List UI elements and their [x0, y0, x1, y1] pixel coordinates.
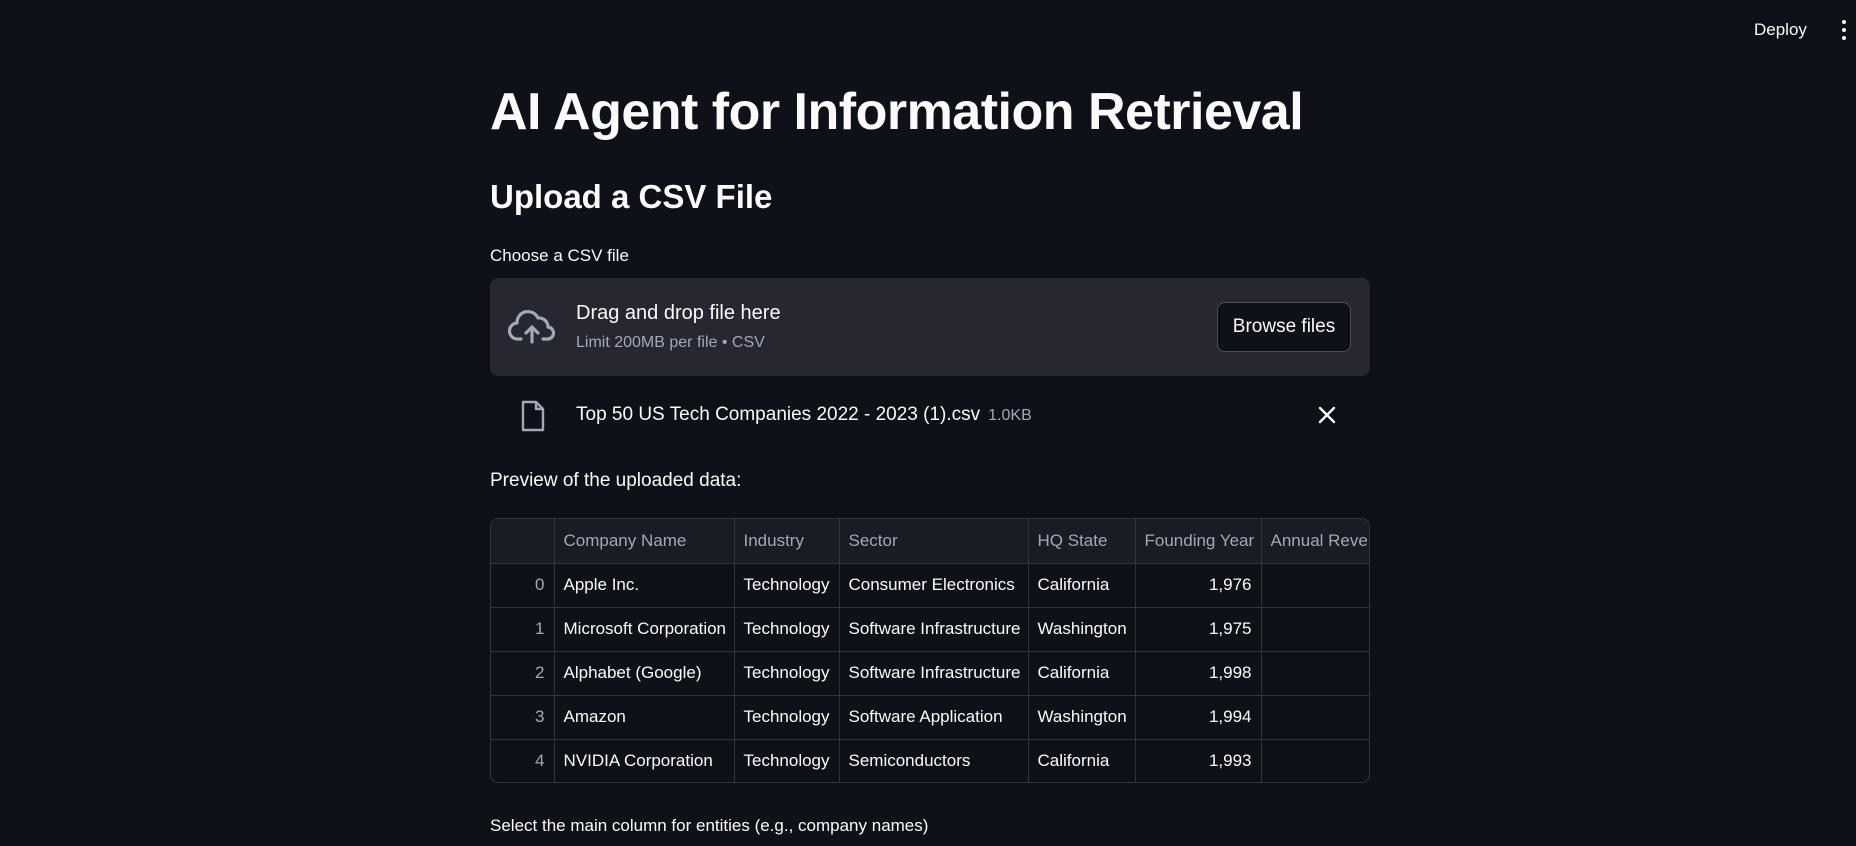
table-row: 4 NVIDIA Corporation Technology Semicond… — [491, 739, 1369, 782]
table-cell[interactable]: Software Infrastructure — [839, 607, 1029, 652]
table-cell[interactable]: 1,976 — [1135, 563, 1262, 608]
table-cell[interactable]: Apple Inc. — [554, 563, 735, 608]
table-cell[interactable]: Technology — [734, 651, 840, 696]
dropzone-title: Drag and drop file here — [576, 302, 781, 324]
row-index: 3 — [491, 695, 555, 740]
table-cell[interactable]: Technology — [734, 563, 840, 608]
column-header[interactable]: Sector — [839, 519, 1029, 564]
table-cell[interactable]: Washington — [1028, 607, 1136, 652]
menu-dot — [1842, 36, 1846, 40]
table-cell[interactable]: Microsoft Corporation — [554, 607, 735, 652]
page-title: AI Agent for Information Retrieval — [490, 83, 1304, 141]
table-cell[interactable]: 1,993 — [1135, 739, 1262, 782]
column-header[interactable]: Company Name — [554, 519, 735, 564]
dataframe: Company Name Industry Sector HQ State Fo… — [491, 519, 1369, 782]
table-cell[interactable]: Alphabet (Google) — [554, 651, 735, 696]
table-cell[interactable]: Washington — [1028, 695, 1136, 740]
table-cell[interactable]: Software Application — [839, 695, 1029, 740]
table-cell[interactable] — [1261, 607, 1369, 652]
row-index: 4 — [491, 739, 555, 782]
row-index: 1 — [491, 607, 555, 652]
table-header-row: Company Name Industry Sector HQ State Fo… — [491, 519, 1369, 564]
data-preview-table[interactable]: Company Name Industry Sector HQ State Fo… — [490, 518, 1370, 783]
table-cell[interactable] — [1261, 739, 1369, 782]
table-cell[interactable] — [1261, 651, 1369, 696]
table-cell[interactable] — [1261, 695, 1369, 740]
preview-label: Preview of the uploaded data: — [490, 470, 742, 491]
column-header[interactable]: Industry — [734, 519, 840, 564]
table-cell[interactable]: Semiconductors — [839, 739, 1029, 782]
table-row: 3 Amazon Technology Software Application… — [491, 695, 1369, 740]
table-cell[interactable]: California — [1028, 739, 1136, 782]
table-cell[interactable]: 1,998 — [1135, 651, 1262, 696]
table-cell[interactable]: Technology — [734, 739, 840, 782]
table-cell[interactable]: NVIDIA Corporation — [554, 739, 735, 782]
entity-column-select-label: Select the main column for entities (e.g… — [490, 816, 929, 835]
table-cell[interactable]: Amazon — [554, 695, 735, 740]
table-row: 2 Alphabet (Google) Technology Software … — [491, 651, 1369, 696]
uploaded-file-name: Top 50 US Tech Companies 2022 - 2023 (1)… — [576, 404, 1032, 426]
deploy-button[interactable]: Deploy — [1744, 16, 1817, 44]
table-cell[interactable]: Technology — [734, 607, 840, 652]
table-row: 0 Apple Inc. Technology Consumer Electro… — [491, 563, 1369, 608]
table-cell[interactable] — [1261, 563, 1369, 608]
close-icon[interactable] — [1316, 404, 1338, 426]
table-cell[interactable]: California — [1028, 563, 1136, 608]
column-header[interactable]: Annual Revenue — [1261, 519, 1369, 564]
table-cell[interactable]: California — [1028, 651, 1136, 696]
column-header[interactable]: Founding Year — [1135, 519, 1262, 564]
more-vert-icon[interactable] — [1836, 16, 1852, 44]
file-size: 1.0KB — [988, 407, 1032, 424]
file-name-text: Top 50 US Tech Companies 2022 - 2023 (1)… — [576, 404, 981, 425]
table-cell[interactable]: 1,975 — [1135, 607, 1262, 652]
section-title: Upload a CSV File — [490, 178, 773, 215]
top-toolbar: Deploy — [0, 0, 1856, 60]
browse-files-button[interactable]: Browse files — [1217, 302, 1351, 352]
row-index: 2 — [491, 651, 555, 696]
row-index: 0 — [491, 563, 555, 608]
table-cell[interactable]: Technology — [734, 695, 840, 740]
table-cell[interactable]: 1,994 — [1135, 695, 1262, 740]
cloud-upload-icon — [508, 310, 556, 344]
table-cell[interactable]: Software Infrastructure — [839, 651, 1029, 696]
column-header[interactable]: HQ State — [1028, 519, 1136, 564]
column-header[interactable] — [491, 519, 555, 564]
file-icon — [521, 400, 545, 432]
menu-dot — [1842, 20, 1846, 24]
menu-dot — [1842, 28, 1846, 32]
file-dropzone[interactable]: Drag and drop file here Limit 200MB per … — [490, 278, 1370, 376]
uploaded-file-row: Top 50 US Tech Companies 2022 - 2023 (1)… — [490, 390, 1370, 440]
dropzone-limit-text: Limit 200MB per file • CSV — [576, 334, 765, 351]
table-cell[interactable]: Consumer Electronics — [839, 563, 1029, 608]
table-row: 1 Microsoft Corporation Technology Softw… — [491, 607, 1369, 652]
uploader-label: Choose a CSV file — [490, 246, 629, 265]
